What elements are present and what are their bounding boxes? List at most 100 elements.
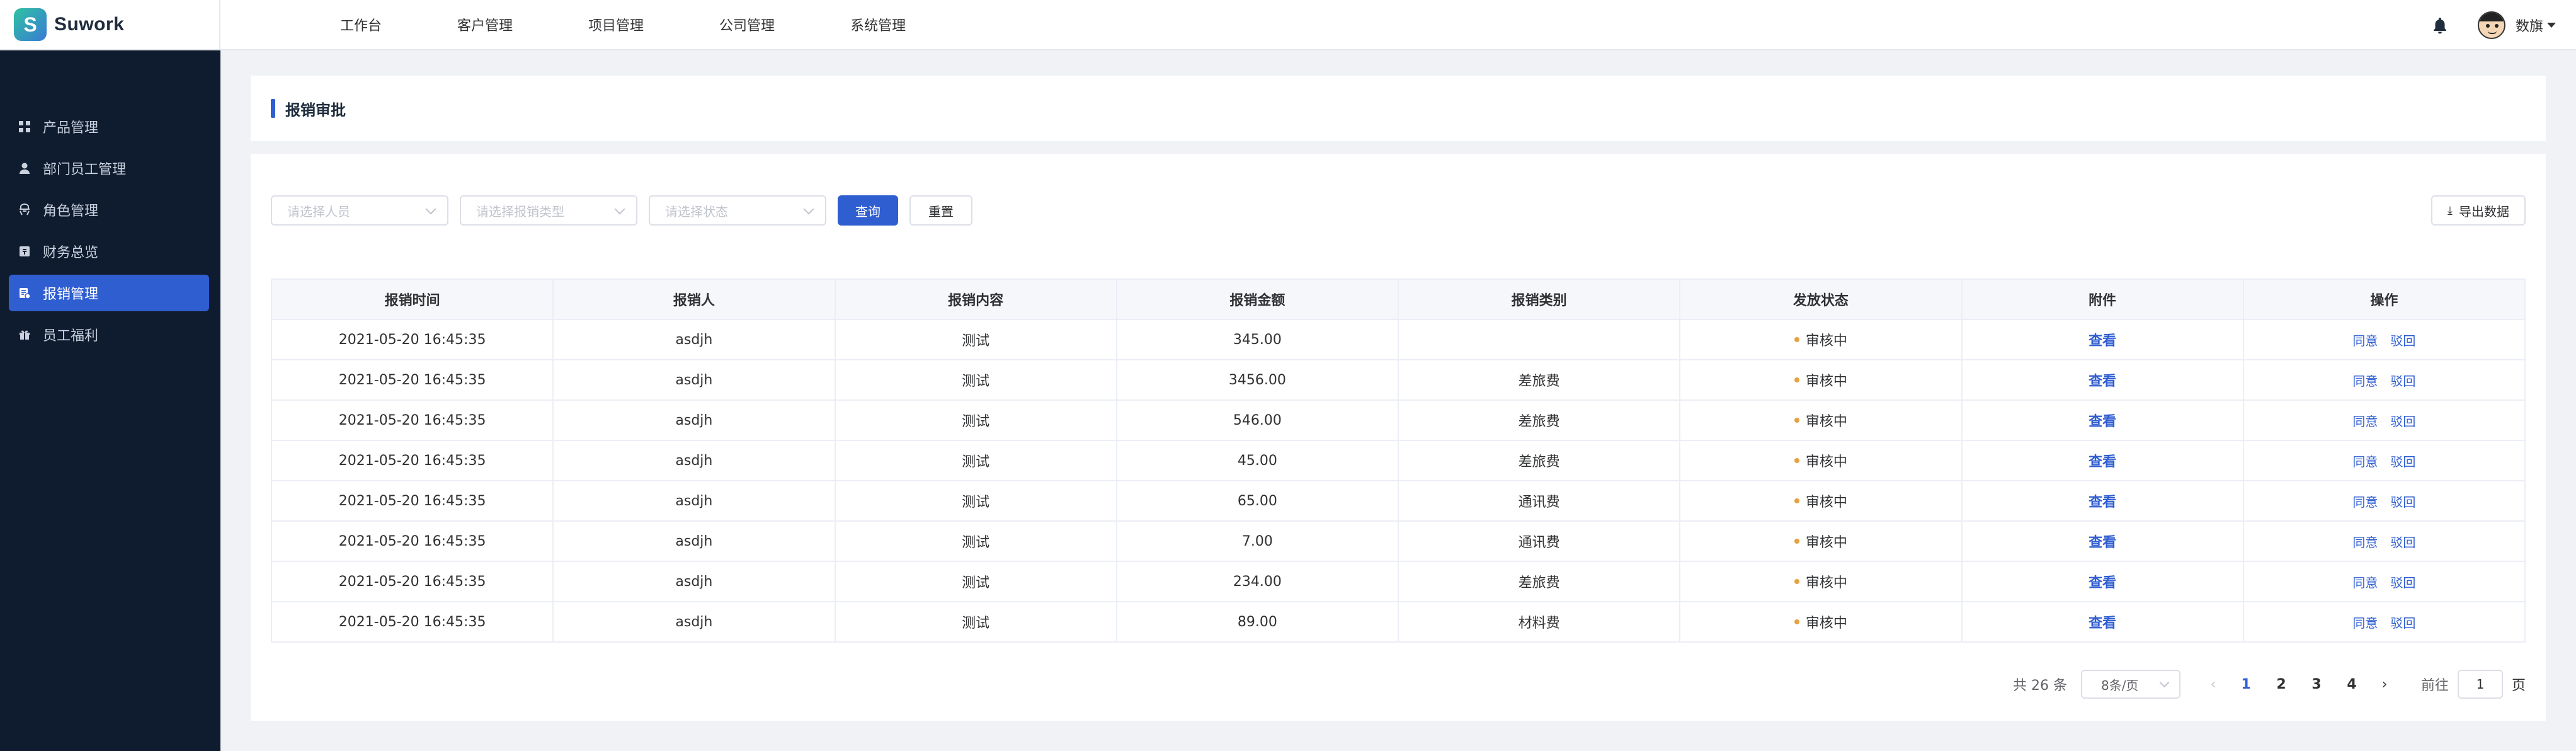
view-attachment-link[interactable]: 查看 [2089,495,2116,510]
cell-status: 审核中 [1679,480,1963,522]
sidebar-item-benefits[interactable]: 员工福利 [9,316,209,353]
sidebar-item-products[interactable]: 产品管理 [9,108,209,145]
sidebar-item-departments[interactable]: 部门员工管理 [9,150,209,186]
status-select[interactable]: 请选择状态 [649,195,826,226]
status-text: 审核中 [1805,616,1847,631]
sidebar-item-label: 财务总览 [43,245,99,261]
sidebar-item-finance[interactable]: 财务总览 [9,233,209,270]
topnav-item-company[interactable]: 公司管理 [719,14,775,35]
user-menu[interactable]: 数旗 [2516,15,2556,35]
type-select[interactable]: 请选择报销类型 [460,195,637,226]
app-name: Suwork [54,14,125,35]
cell-amount: 45.00 [1115,440,1399,481]
reject-link[interactable]: 驳回 [2390,575,2415,590]
status-dot-icon [1794,418,1799,423]
bell-icon[interactable] [2427,13,2453,38]
total-count: 共 26 条 [2012,678,2067,694]
page-number[interactable]: 1 [2228,677,2264,692]
cell-status: 审核中 [1679,399,1963,441]
query-button[interactable]: 查询 [838,195,898,226]
page-size-value: 8条/页 [2100,677,2139,693]
cell-actions: 同意 驳回 [2242,601,2526,643]
approve-link[interactable]: 同意 [2352,535,2378,550]
view-attachment-link[interactable]: 查看 [2089,535,2116,551]
person-select[interactable]: 请选择人员 [271,195,448,226]
cell-time: 2021-05-20 16:45:35 [270,520,554,562]
view-attachment-link[interactable]: 查看 [2089,454,2116,470]
cell-category: 通讯费 [1397,520,1681,562]
status-text: 审核中 [1805,454,1847,470]
next-page-icon[interactable]: › [2369,677,2400,692]
cell-actions: 同意 驳回 [2242,440,2526,481]
approve-link[interactable]: 同意 [2352,374,2378,389]
gift-icon [18,328,31,341]
page-number[interactable]: 2 [2264,677,2299,692]
table-row: 2021-05-20 16:45:35 asdjh 测试 546.00 差旅费 审核中 查看… [270,399,2526,441]
reject-link[interactable]: 驳回 [2390,616,2415,631]
goto-page-input[interactable]: 1 [2457,670,2503,699]
title-accent [271,99,275,118]
cell-attachment: 查看 [1961,601,2244,643]
sidebar-item-reimbursement[interactable]: 报销管理 [9,275,209,311]
status-text: 审核中 [1805,414,1847,430]
page-number[interactable]: 4 [2334,677,2369,692]
status-text: 审核中 [1805,333,1847,349]
approve-link[interactable]: 同意 [2352,333,2378,348]
filter-bar: 请选择人员 请选择报销类型 请选择状态 查询 重置 [271,195,972,226]
view-attachment-link[interactable]: 查看 [2089,333,2116,349]
reject-link[interactable]: 驳回 [2390,333,2415,348]
sidebar-item-roles[interactable]: 角色管理 [9,192,209,228]
content-card: 请选择人员 请选择报销类型 请选择状态 查询 重置 ⤓ 导出数据 报销时间 报销 [251,154,2546,721]
approve-link[interactable]: 同意 [2352,414,2378,429]
sidebar-item-label: 产品管理 [43,120,99,136]
column-header: 报销类别 [1397,278,1681,320]
finance-icon [18,244,31,258]
page-number[interactable]: 3 [2299,677,2334,692]
cell-person: asdjh [552,359,836,401]
cell-attachment: 查看 [1961,561,2244,602]
cell-attachment: 查看 [1961,359,2244,401]
prev-page-icon[interactable]: ‹ [2198,677,2228,692]
export-button[interactable]: ⤓ 导出数据 [2431,195,2526,226]
status-text: 审核中 [1805,575,1847,591]
chevron-down-icon [2159,677,2170,688]
topnav-item-workbench[interactable]: 工作台 [340,14,382,35]
column-header: 报销人 [552,278,836,320]
user-name: 数旗 [2515,19,2543,35]
cell-category: 通讯费 [1397,480,1681,522]
view-attachment-link[interactable]: 查看 [2089,616,2116,631]
avatar[interactable] [2477,11,2505,39]
topnav-item-system[interactable]: 系统管理 [850,14,906,35]
goto-suffix: 页 [2511,678,2526,694]
approve-link[interactable]: 同意 [2352,575,2378,590]
reject-link[interactable]: 驳回 [2390,535,2415,550]
cell-content: 测试 [834,319,1117,360]
approve-link[interactable]: 同意 [2352,616,2378,631]
approve-link[interactable]: 同意 [2352,495,2378,510]
column-header: 报销金额 [1115,278,1399,320]
view-attachment-link[interactable]: 查看 [2089,575,2116,591]
table-row: 2021-05-20 16:45:35 asdjh 测试 45.00 差旅费 审核中 查看 同… [270,440,2526,481]
cell-attachment: 查看 [1961,319,2244,360]
cell-time: 2021-05-20 16:45:35 [270,359,554,401]
cell-category: 差旅费 [1397,399,1681,441]
status-dot-icon [1794,539,1799,544]
topnav-item-customers[interactable]: 客户管理 [457,14,513,35]
reject-link[interactable]: 驳回 [2390,495,2415,510]
approve-link[interactable]: 同意 [2352,454,2378,469]
view-attachment-link[interactable]: 查看 [2089,414,2116,430]
reject-link[interactable]: 驳回 [2390,374,2415,389]
reimbursement-table: 报销时间 报销人 报销内容 报销金额 报销类别 发放状态 附件 操作 2021-… [270,278,2526,643]
topnav-item-projects[interactable]: 项目管理 [588,14,644,35]
brand[interactable]: S Suwork [0,0,220,50]
reject-link[interactable]: 驳回 [2390,414,2415,429]
page-size-select[interactable]: 8条/页 [2080,670,2180,699]
reject-link[interactable]: 驳回 [2390,454,2415,469]
view-attachment-link[interactable]: 查看 [2089,374,2116,389]
column-header: 发放状态 [1679,278,1963,320]
reset-button[interactable]: 重置 [909,195,972,226]
sidebar-item-label: 部门员工管理 [43,162,127,178]
cell-attachment: 查看 [1961,399,2244,441]
cell-attachment: 查看 [1961,480,2244,522]
cell-person: asdjh [552,319,836,360]
